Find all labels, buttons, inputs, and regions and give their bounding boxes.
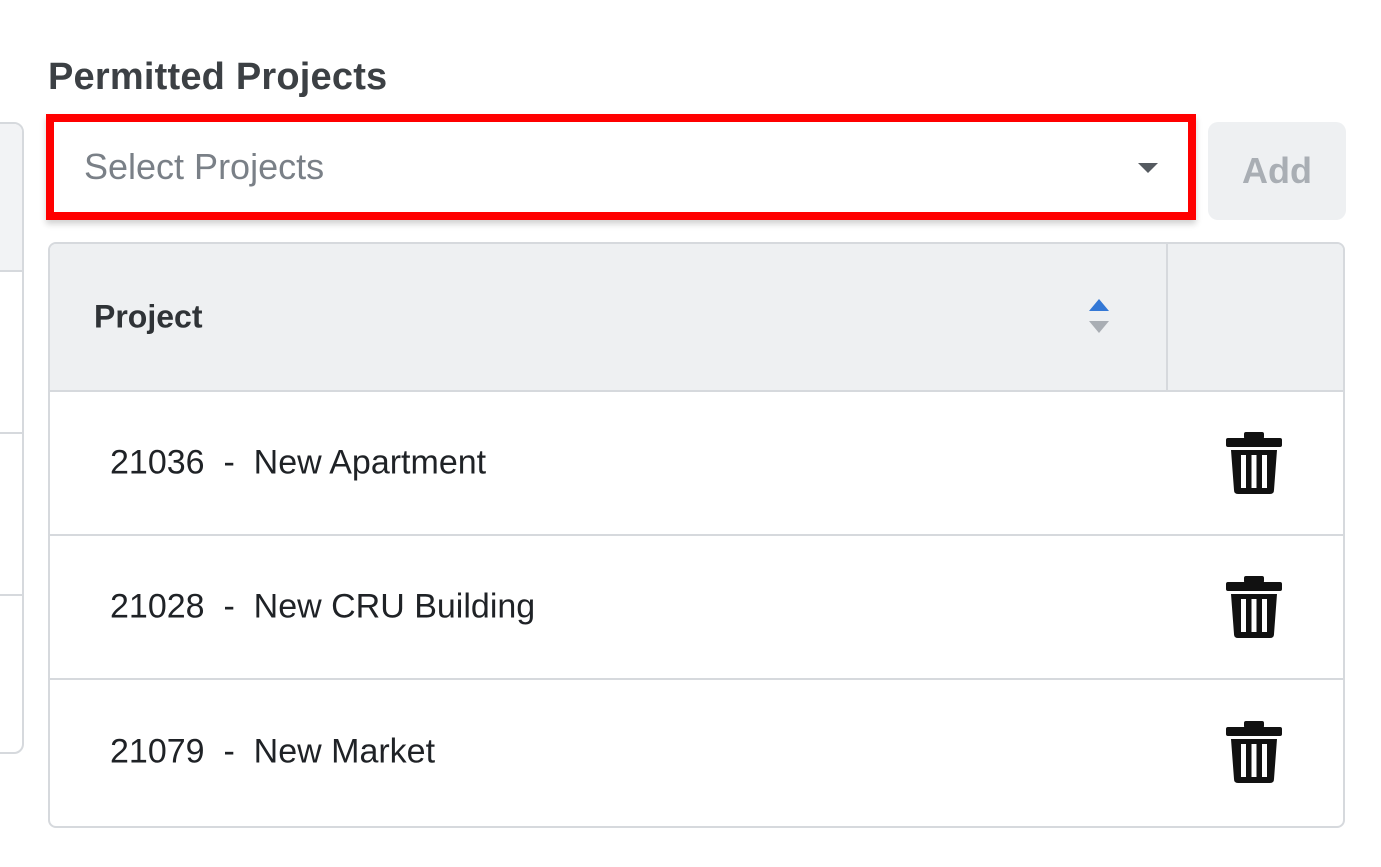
project-cell: 21028 - New CRU Building: [110, 587, 536, 626]
sort-up-arrow: [1089, 299, 1109, 311]
table-row: 21028 - New CRU Building: [50, 536, 1343, 680]
table-body: 21036 - New Apartment 21028 - New CRU Bu…: [50, 392, 1343, 824]
project-cell: 21079 - New Market: [110, 732, 436, 771]
sort-icon: [1089, 299, 1109, 333]
trash-icon[interactable]: [1224, 576, 1284, 638]
select-placeholder: Select Projects: [84, 146, 325, 187]
left-panel-divider: [0, 594, 22, 596]
sort-down-arrow: [1089, 321, 1109, 333]
trash-icon[interactable]: [1224, 432, 1284, 494]
column-header-label: Project: [94, 298, 203, 335]
projects-table: Project 21036 - New Apartment 21028 - Ne…: [48, 242, 1345, 828]
caret-down-icon: [1138, 163, 1158, 173]
table-row: 21036 - New Apartment: [50, 392, 1343, 536]
table-row: 21079 - New Market: [50, 680, 1343, 824]
table-header: Project: [50, 244, 1343, 392]
section-title: Permitted Projects: [48, 56, 388, 98]
add-button[interactable]: Add: [1208, 122, 1346, 220]
page: Permitted Projects Select Projects Add P…: [0, 0, 1381, 867]
trash-icon[interactable]: [1224, 721, 1284, 783]
project-cell: 21036 - New Apartment: [110, 443, 487, 482]
select-projects-dropdown[interactable]: Select Projects: [46, 114, 1196, 220]
left-panel-edge: [0, 122, 24, 754]
left-panel-header: [0, 124, 22, 272]
column-header-project[interactable]: Project: [50, 244, 1168, 390]
left-panel-divider: [0, 432, 22, 434]
column-header-actions: [1168, 244, 1343, 390]
